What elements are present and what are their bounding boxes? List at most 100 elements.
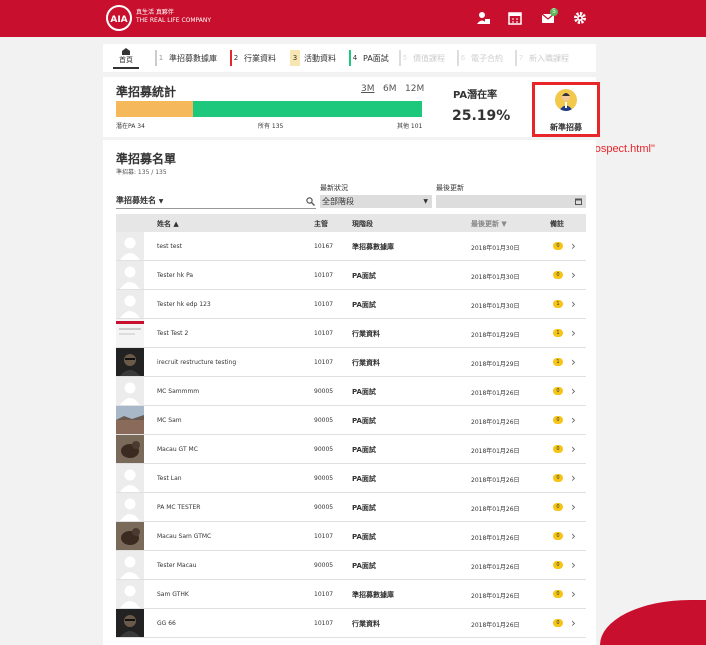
updated-filter-field[interactable] xyxy=(436,195,586,208)
tab-label: 價值課程 xyxy=(413,53,445,63)
chevron-right-icon[interactable]: › xyxy=(571,355,576,369)
table-row[interactable]: test test 10167 準招募數據庫 2018年01月30日 0 › xyxy=(116,232,586,261)
tab-label: 行業資料 xyxy=(244,53,276,63)
remark-badge: 0 xyxy=(553,416,563,424)
row-name: GG 66 xyxy=(157,620,176,627)
chevron-right-icon[interactable]: › xyxy=(571,268,576,282)
row-stage: 行業資料 xyxy=(352,359,380,367)
status-filter-select[interactable]: 全部階段 ▼ xyxy=(320,195,432,208)
header-manager[interactable]: 主管 xyxy=(314,219,328,229)
chevron-right-icon[interactable]: › xyxy=(571,239,576,253)
header-stage[interactable]: 現階段 xyxy=(352,219,373,229)
row-updated: 2018年01月26日 xyxy=(471,535,520,542)
header-updated-label: 最後更新 xyxy=(471,220,499,228)
chevron-right-icon[interactable]: › xyxy=(571,616,576,630)
avatar xyxy=(116,493,144,521)
tab-number: 4 xyxy=(349,50,359,66)
row-manager: 10107 xyxy=(314,533,334,540)
header-name[interactable]: 姓名 ▲ xyxy=(157,219,179,229)
avatar xyxy=(116,464,144,492)
avatar xyxy=(116,406,144,434)
chevron-right-icon[interactable]: › xyxy=(571,442,576,456)
remark-badge: 0 xyxy=(553,242,563,250)
gear-icon[interactable] xyxy=(573,11,587,25)
row-stage: PA面試 xyxy=(352,272,376,280)
row-manager: 90005 xyxy=(314,562,334,569)
range-6m[interactable]: 6M xyxy=(383,84,397,94)
chevron-right-icon[interactable]: › xyxy=(571,413,576,427)
tab-label: 準招募數據庫 xyxy=(169,53,217,63)
table-row[interactable]: Macau Sam GTMC 10107 PA面試 2018年01月26日 0 › xyxy=(116,522,586,551)
row-stage: PA面試 xyxy=(352,446,376,454)
status-filter-label: 最新狀況 xyxy=(320,184,348,192)
tab-industry-info[interactable]: 2 行業資料 xyxy=(230,49,276,67)
table-row[interactable]: irecruit restructure testing 10107 行業資料 201… xyxy=(116,348,586,377)
remark-badge: 1 xyxy=(553,358,563,366)
table-row[interactable]: Tester Macau 90005 PA面試 2018年01月26日 0 › xyxy=(116,551,586,580)
name-filter-field[interactable]: 準招募姓名 ▼ xyxy=(116,195,316,209)
table-row[interactable]: MC Sam 90005 PA面試 2018年01月26日 0 › xyxy=(116,406,586,435)
tab-pa-interview[interactable]: 4 PA面試 xyxy=(349,49,389,67)
chevron-right-icon[interactable]: › xyxy=(571,384,576,398)
chevron-right-icon[interactable]: › xyxy=(571,558,576,572)
remark-badge: 0 xyxy=(553,387,563,395)
table-row[interactable]: Tester hk Pa 10107 PA面試 2018年01月30日 0 › xyxy=(116,261,586,290)
row-name: MC Sam xyxy=(157,417,182,424)
tab-number: 7 xyxy=(515,50,525,66)
table-row[interactable]: GG 66 10107 行業資料 2018年01月26日 0 › xyxy=(116,609,586,638)
chevron-right-icon[interactable]: › xyxy=(571,529,576,543)
updated-filter-label: 最後更新 xyxy=(436,184,464,192)
chevron-right-icon[interactable]: › xyxy=(571,326,576,340)
chevron-right-icon[interactable]: › xyxy=(571,471,576,485)
tab-number: 3 xyxy=(290,50,300,66)
avatar xyxy=(116,261,144,289)
table-row[interactable]: MC Sammmm 90005 PA面試 2018年01月26日 0 › xyxy=(116,377,586,406)
row-manager: 90005 xyxy=(314,475,334,482)
stats-title: 準招募統計 xyxy=(116,85,177,99)
table-row[interactable]: Macau GT MC 90005 PA面試 2018年01月26日 0 › xyxy=(116,435,586,464)
chevron-right-icon[interactable]: › xyxy=(571,587,576,601)
row-manager: 10107 xyxy=(314,620,334,627)
chevron-right-icon[interactable]: › xyxy=(571,297,576,311)
remark-badge: 0 xyxy=(553,619,563,627)
tab-label: 電子合約 xyxy=(471,53,503,63)
row-name: Test Test 2 xyxy=(157,330,189,337)
tab-label: PA面試 xyxy=(363,53,389,63)
home-icon xyxy=(122,48,130,55)
bar-label-all: 所有 135 xyxy=(258,123,284,130)
range-3m[interactable]: 3M xyxy=(361,84,375,94)
avatar xyxy=(116,522,144,550)
header-updated[interactable]: 最後更新 ▼ xyxy=(471,219,507,229)
calendar-icon[interactable] xyxy=(508,11,522,25)
row-stage: 準招募數據庫 xyxy=(352,243,394,251)
remark-badge: 1 xyxy=(553,300,563,308)
new-prospect-button[interactable]: 新準招募 xyxy=(532,82,600,137)
range-12m[interactable]: 12M xyxy=(405,84,424,94)
aia-logo[interactable]: AIA xyxy=(104,5,134,31)
tab-prospect-database[interactable]: 1 準招募數據庫 xyxy=(155,49,217,67)
table-row[interactable]: Tester hk edp 123 10107 PA面試 2018年01月30日 1 › xyxy=(116,290,586,319)
calendar-icon xyxy=(575,198,582,205)
row-manager: 90005 xyxy=(314,504,334,511)
row-stage: PA面試 xyxy=(352,388,376,396)
chevron-right-icon[interactable]: › xyxy=(571,500,576,514)
tab-number: 5 xyxy=(399,50,409,66)
table-row[interactable]: PA MC TESTER 90005 PA面試 2018年01月26日 0 › xyxy=(116,493,586,522)
row-name: Tester hk edp 123 xyxy=(157,301,211,308)
row-name: PA MC TESTER xyxy=(157,504,201,511)
table-row[interactable]: Test Lan 90005 PA面試 2018年01月26日 0 › xyxy=(116,464,586,493)
tab-home[interactable]: 首頁 xyxy=(113,47,139,69)
tab-label: 新入職課程 xyxy=(529,53,569,63)
brand-line-1: 真生活 真夥伴 xyxy=(136,9,174,16)
table-row[interactable]: Test Test 2 10107 行業資料 2018年01月29日 1 › xyxy=(116,319,586,348)
remark-badge: 0 xyxy=(553,590,563,598)
row-updated: 2018年01月30日 xyxy=(471,303,520,310)
user-icon[interactable] xyxy=(476,11,490,25)
remark-badge: 1 xyxy=(553,329,563,337)
table-row[interactable]: Sam GTHK 10107 準招募數據庫 2018年01月26日 0 › xyxy=(116,580,586,609)
tab-activity-info[interactable]: 3 活動資料 xyxy=(290,49,336,67)
row-stage: 行業資料 xyxy=(352,620,380,628)
row-updated: 2018年01月29日 xyxy=(471,332,520,339)
avatar xyxy=(116,290,144,318)
search-icon[interactable] xyxy=(306,197,315,206)
